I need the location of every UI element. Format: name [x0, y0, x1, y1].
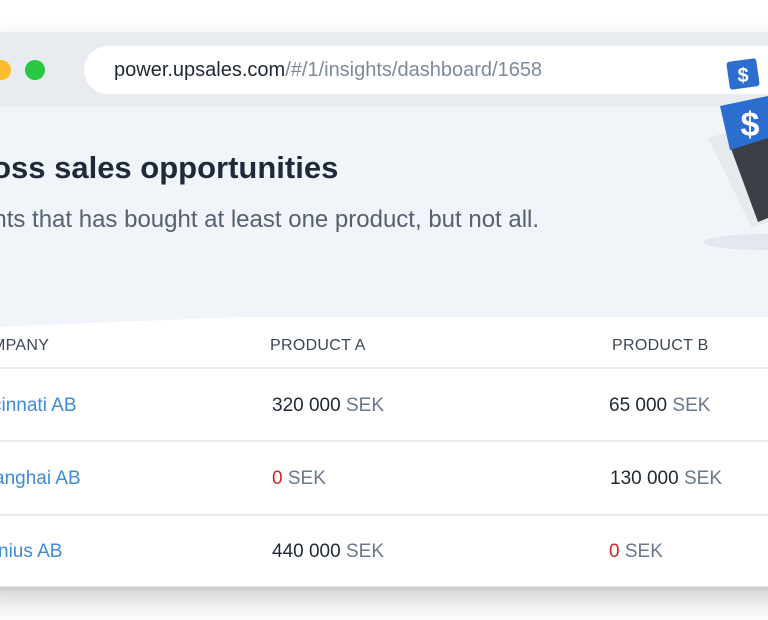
product-b-value: 130 000 SEK [610, 468, 722, 490]
page-title: ross sales opportunities [0, 150, 339, 185]
url-domain: power.upsales.com [114, 59, 286, 81]
company-link[interactable]: nius AB [0, 541, 62, 563]
dollar-sign-large: $ [741, 106, 760, 144]
product-a-amount: 440 000 [272, 541, 341, 562]
dollar-sign-small: $ [737, 65, 748, 87]
window-bottom-edge [0, 586, 768, 587]
product-a-value: 440 000 SEK [272, 541, 384, 563]
minimize-window-button[interactable] [0, 60, 11, 80]
product-a-unit: SEK [287, 468, 326, 489]
product-b-value: 65 000 SEK [609, 395, 710, 417]
product-b-unit: SEK [683, 468, 722, 489]
url-text: power.upsales.com/#/1/insights/dashboard… [114, 58, 542, 82]
product-a-unit: SEK [345, 395, 384, 416]
address-bar[interactable]: power.upsales.com/#/1/insights/dashboard… [84, 46, 768, 94]
dollar-sign-icon: $ $ [704, 58, 768, 250]
row-divider [0, 514, 768, 516]
column-header-product-b[interactable]: PRODUCT B [612, 337, 709, 355]
maximize-window-button[interactable] [25, 60, 45, 80]
row-divider [0, 440, 768, 442]
product-b-unit: SEK [672, 395, 711, 416]
company-link[interactable]: cinnati AB [0, 395, 77, 417]
product-a-amount: 320 000 [272, 395, 341, 416]
product-b-unit: SEK [624, 541, 663, 562]
product-b-amount: 130 000 [610, 468, 679, 489]
column-header-company[interactable]: MPANY [0, 337, 49, 355]
product-a-amount: 0 [272, 468, 283, 489]
product-a-value: 0 SEK [272, 468, 326, 490]
company-link[interactable]: anghai AB [0, 468, 81, 490]
url-path: /#/1/insights/dashboard/1658 [285, 59, 543, 81]
browser-toolbar: power.upsales.com/#/1/insights/dashboard… [0, 32, 768, 107]
product-a-value: 320 000 SEK [272, 395, 384, 417]
page-subtitle: ents that has bought at least one produc… [0, 206, 540, 233]
header-divider [0, 367, 768, 369]
browser-window: power.upsales.com/#/1/insights/dashboard… [0, 32, 768, 587]
product-b-amount: 0 [609, 541, 620, 562]
product-b-value: 0 SEK [609, 541, 663, 563]
column-header-product-a[interactable]: PRODUCT A [270, 337, 366, 355]
hero-curve [0, 240, 768, 328]
product-b-amount: 65 000 [609, 395, 668, 416]
product-a-unit: SEK [345, 541, 384, 562]
